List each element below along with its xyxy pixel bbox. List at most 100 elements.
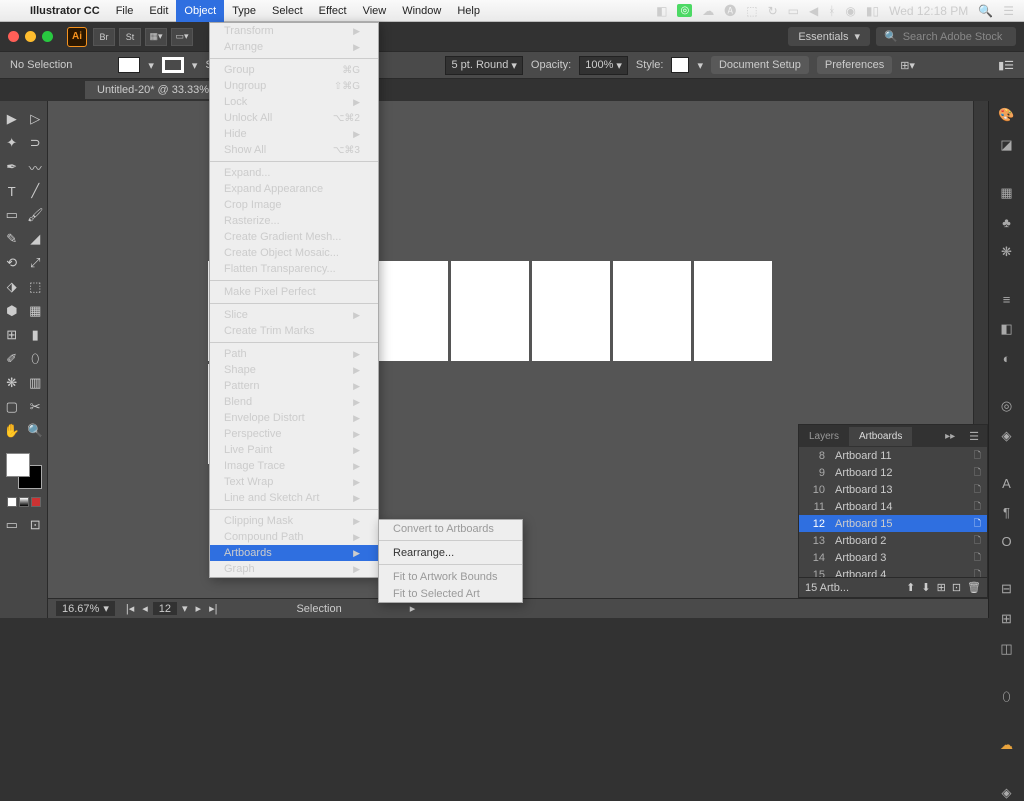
- artboard-row[interactable]: 8Artboard 11🗋: [799, 447, 987, 464]
- rectangle-tool[interactable]: ▭: [0, 203, 24, 227]
- align-icon[interactable]: ⊞▾: [900, 59, 915, 72]
- panel-menu-icon[interactable]: ▮☰: [998, 59, 1014, 72]
- menu-item-artboards[interactable]: Artboards▶: [210, 545, 378, 561]
- magic-wand-tool[interactable]: ✦: [0, 131, 24, 155]
- stroke-swatch[interactable]: [162, 57, 184, 73]
- column-graph-tool[interactable]: ▥: [24, 371, 48, 395]
- pathfinder-panel-icon[interactable]: ◫: [997, 641, 1017, 657]
- stock-icon[interactable]: St: [119, 28, 141, 46]
- artboard-row[interactable]: 9Artboard 12🗋: [799, 464, 987, 481]
- gradient-panel-icon[interactable]: ◧: [997, 321, 1017, 337]
- opentype-panel-icon[interactable]: O: [997, 534, 1017, 549]
- next-icon[interactable]: ▸: [193, 602, 205, 615]
- blend-tool[interactable]: ⬯: [24, 347, 48, 371]
- chevron-down-icon[interactable]: ▾: [697, 59, 703, 72]
- rotate-tool[interactable]: ⟲: [0, 251, 24, 275]
- align-panel-icon[interactable]: ⊟: [997, 581, 1017, 597]
- paragraph-panel-icon[interactable]: ¶: [997, 505, 1017, 520]
- fill-stroke-swatches[interactable]: [4, 451, 44, 491]
- panel-menu-icon[interactable]: ☰: [961, 430, 987, 443]
- brushes-panel-icon[interactable]: ♣: [997, 215, 1017, 230]
- fill-swatch[interactable]: [118, 57, 140, 73]
- close-button[interactable]: [8, 31, 19, 42]
- minimize-button[interactable]: [25, 31, 36, 42]
- character-panel-icon[interactable]: A: [997, 476, 1017, 491]
- stroke-panel-icon[interactable]: ≡: [997, 292, 1017, 307]
- move-up-icon[interactable]: ⬆: [906, 581, 915, 594]
- menu-file[interactable]: File: [108, 0, 142, 22]
- new-artboard-icon[interactable]: ⊡: [952, 581, 961, 594]
- mesh-tool[interactable]: ⊞: [0, 323, 24, 347]
- rearrange-icon[interactable]: ⊞: [937, 581, 946, 594]
- menu-item-pattern[interactable]: Pattern▶: [210, 378, 378, 394]
- search-icon[interactable]: 🔍: [978, 4, 993, 18]
- symbol-sprayer-tool[interactable]: ❋: [0, 371, 24, 395]
- menu-edit[interactable]: Edit: [141, 0, 176, 22]
- shaper-tool[interactable]: ✎: [0, 227, 24, 251]
- artboard[interactable]: [370, 261, 448, 361]
- slice-tool[interactable]: ✂: [24, 395, 48, 419]
- style-swatch[interactable]: [671, 57, 689, 73]
- menu-item-graph[interactable]: Graph▶: [210, 561, 378, 577]
- menu-window[interactable]: Window: [394, 0, 449, 22]
- move-down-icon[interactable]: ⬇: [921, 581, 930, 594]
- arrange-docs-icon[interactable]: ▦▾: [145, 28, 167, 46]
- artboard-options-icon[interactable]: 🗋: [974, 499, 981, 515]
- graphic-styles-panel-icon[interactable]: ◈: [997, 428, 1017, 444]
- menu-item-image-trace[interactable]: Image Trace▶: [210, 458, 378, 474]
- transform-panel-icon[interactable]: ⊞: [997, 611, 1017, 627]
- selection-tool[interactable]: ▶: [0, 107, 24, 131]
- artboard-options-icon[interactable]: 🗋: [974, 448, 981, 464]
- notification-icon[interactable]: ☰: [1003, 4, 1014, 18]
- menu-help[interactable]: Help: [449, 0, 488, 22]
- artboard-options-icon[interactable]: 🗋: [974, 482, 981, 498]
- opacity-input[interactable]: 100% ▾: [579, 56, 628, 75]
- menu-item-envelope-distort[interactable]: Envelope Distort▶: [210, 410, 378, 426]
- asset-export-panel-icon[interactable]: ⬯: [997, 689, 1017, 705]
- eraser-tool[interactable]: ◢: [24, 227, 48, 251]
- chevron-down-icon[interactable]: ▾: [192, 59, 198, 72]
- width-tool[interactable]: ⬗: [0, 275, 24, 299]
- lasso-tool[interactable]: ⊃: [24, 131, 48, 155]
- first-icon[interactable]: |◂: [123, 602, 137, 615]
- artboard-row[interactable]: 14Artboard 3🗋: [799, 549, 987, 566]
- clock[interactable]: Wed 12:18 PM: [889, 4, 968, 18]
- artboards-tab[interactable]: Artboards: [849, 427, 912, 446]
- menu-type[interactable]: Type: [224, 0, 264, 22]
- collapse-panel-icon[interactable]: ▸▸: [939, 431, 961, 442]
- delete-artboard-icon[interactable]: 🗑: [967, 581, 981, 594]
- curvature-tool[interactable]: 〰: [24, 155, 48, 179]
- menu-item-blend[interactable]: Blend▶: [210, 394, 378, 410]
- change-screen-mode[interactable]: ⊡: [24, 513, 48, 537]
- libraries-panel-icon[interactable]: ☁: [997, 737, 1017, 753]
- status-menu-icon[interactable]: ▸: [410, 602, 416, 615]
- paintbrush-tool[interactable]: 🖌: [24, 203, 48, 227]
- prev-icon[interactable]: ◂: [139, 602, 151, 615]
- screen-mode[interactable]: ▭: [0, 513, 24, 537]
- artboard-nav[interactable]: |◂ ◂ 12 ▾ ▸ ▸|: [123, 602, 221, 615]
- layers-panel-icon[interactable]: ◈: [997, 785, 1017, 801]
- menu-item-live-paint[interactable]: Live Paint▶: [210, 442, 378, 458]
- artboard-options-icon[interactable]: 🗋: [974, 567, 981, 578]
- artboard-row[interactable]: 11Artboard 14🗋: [799, 498, 987, 515]
- document-setup-button[interactable]: Document Setup: [711, 56, 809, 74]
- menu-object[interactable]: Object: [176, 0, 224, 22]
- artboard-number[interactable]: 12: [153, 602, 177, 615]
- eyedropper-tool[interactable]: ✐: [0, 347, 24, 371]
- transparency-panel-icon[interactable]: ◐: [997, 351, 1017, 366]
- artboard[interactable]: [613, 261, 691, 361]
- submenu-item-rearrange-[interactable]: Rearrange...: [379, 544, 522, 561]
- type-tool[interactable]: T: [0, 179, 24, 203]
- swatches-panel-icon[interactable]: ▦: [997, 185, 1017, 201]
- workspace-switcher[interactable]: Essentials ▾: [788, 27, 870, 46]
- symbols-panel-icon[interactable]: ❋: [997, 244, 1017, 260]
- gpu-icon[interactable]: ▭▾: [171, 28, 193, 46]
- menu-effect[interactable]: Effect: [311, 0, 355, 22]
- menu-view[interactable]: View: [355, 0, 395, 22]
- artboard-options-icon[interactable]: 🗋: [974, 516, 981, 532]
- artboard-row[interactable]: 15Artboard 4🗋: [799, 566, 987, 577]
- last-icon[interactable]: ▸|: [206, 602, 220, 615]
- chevron-down-icon[interactable]: ▾: [179, 602, 191, 615]
- line-tool[interactable]: ╱: [24, 179, 48, 203]
- artboard-options-icon[interactable]: 🗋: [974, 533, 981, 549]
